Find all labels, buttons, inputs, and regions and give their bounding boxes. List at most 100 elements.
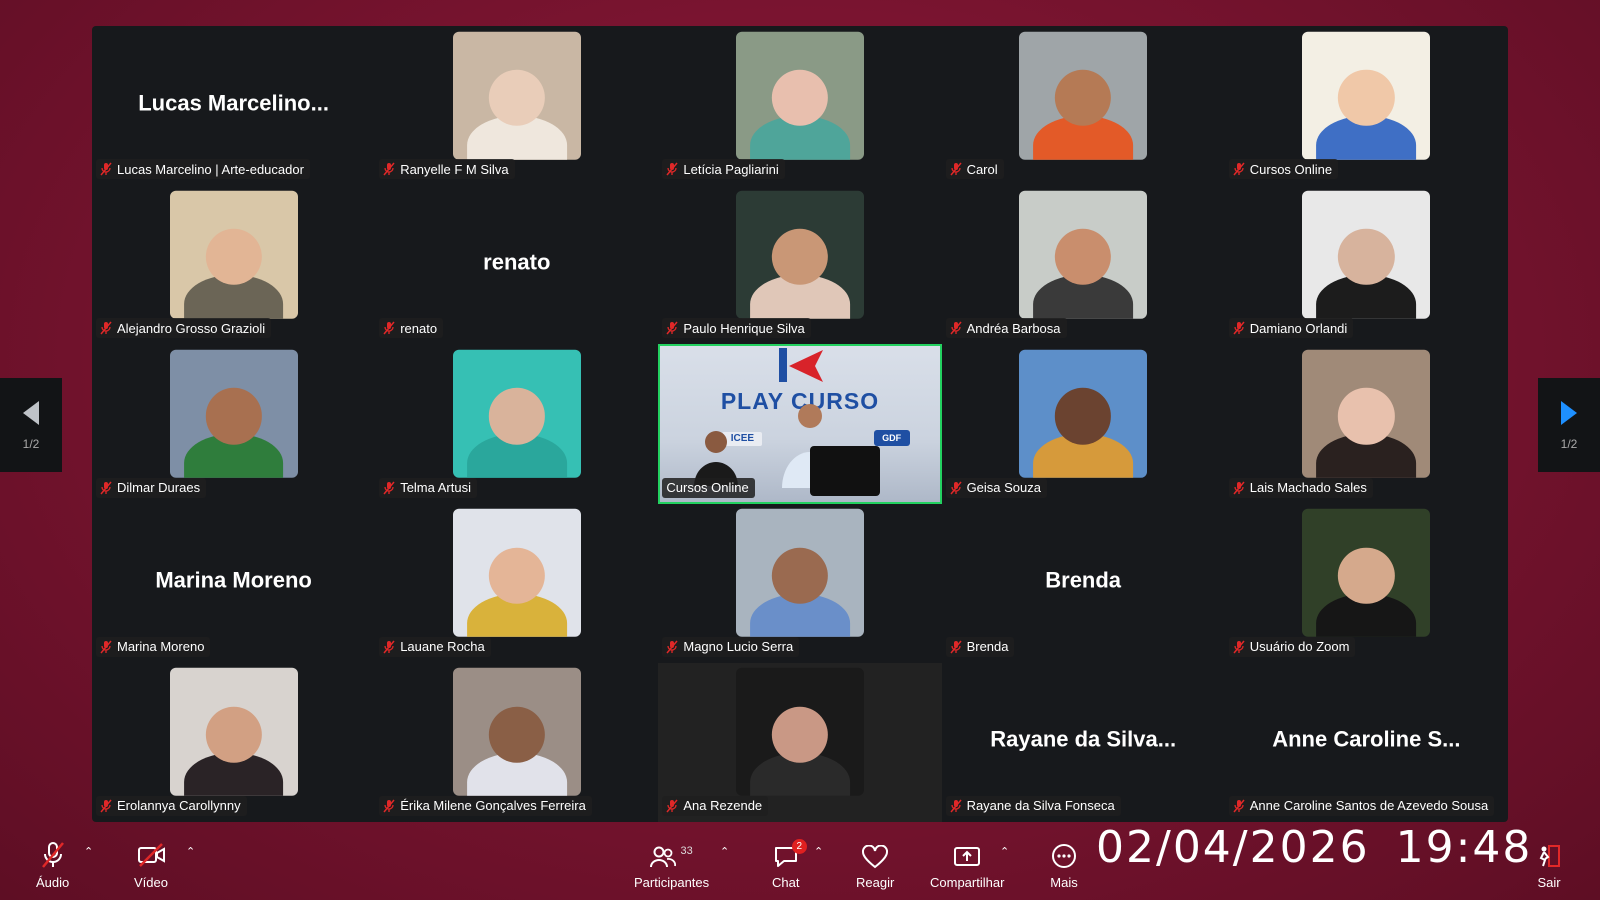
more-icon [1052,844,1076,868]
participant-name: Lais Machado Sales [1249,480,1367,496]
more-button[interactable]: Mais [1050,843,1078,890]
participant-name-tag: Carol [945,159,1004,180]
participant-video [1019,31,1148,160]
participant-tile[interactable]: Ana Rezende [658,662,942,822]
participant-name: Cursos Online [666,480,749,496]
page-indicator-right: 1/2 [1560,437,1578,451]
participant-tile[interactable]: renato renato [375,185,658,344]
participant-tile[interactable]: Magno Lucio Serra [658,504,941,663]
participant-tile[interactable]: Brenda Brenda [942,504,1225,663]
next-page-button[interactable]: 1/2 [1538,378,1600,472]
share-options-caret[interactable]: ⌃ [1000,845,1009,858]
page-indicator-left: 1/2 [22,437,40,451]
participant-name-tag: Alejandro Grosso Grazioli [96,318,272,339]
date-text: 02/04/2026 [1096,822,1370,873]
react-button[interactable]: Reagir [856,845,894,890]
chat-options-caret[interactable]: ⌃ [814,845,823,858]
participant-display-name: renato [483,249,551,275]
react-label: Reagir [856,875,895,890]
participant-name: Paulo Henrique Silva [683,320,805,336]
participant-tile[interactable]: Carol [942,26,1225,185]
participant-name: Cursos Online [1249,161,1333,177]
camera-off-icon [137,843,165,867]
participants-label: Participantes [634,875,710,890]
participant-tile[interactable]: Rayane da Silva... Rayane da Silva Fonsec… [942,663,1225,822]
participant-video [452,668,581,797]
participant-tile[interactable]: Andréa Barbosa [942,185,1225,344]
participant-tile[interactable]: Anne Caroline S... Anne Caroline Santos d… [1225,663,1508,822]
chat-button[interactable]: 2 Chat [772,839,807,890]
participant-name: Damiano Orlandi [1249,320,1348,336]
prev-page-button[interactable]: 1/2 [0,378,62,472]
participant-name-tag: Brenda [945,636,1015,657]
participant-video [1302,508,1431,637]
participant-tile[interactable]: Dilmar Duraes [92,344,375,503]
video-label: Vídeo [134,875,168,890]
participant-video [735,31,864,160]
participant-name: Letícia Pagliarini [683,161,779,177]
mic-muted-icon [1233,481,1245,495]
participant-name-tag: Anne Caroline Santos de Azevedo Sousa [1228,795,1495,816]
participant-name-tag: Usuário do Zoom [1228,636,1356,657]
participant-name-tag: Lauane Rocha [379,636,491,657]
participant-tile[interactable]: Lauane Rocha [375,504,658,663]
participant-name: Brenda [966,639,1009,655]
mic-muted-icon [666,321,678,335]
participant-name: Carol [966,161,998,177]
participant-tile[interactable]: Telma Artusi [375,344,658,503]
share-label: Compartilhar [930,875,1005,890]
participant-tile[interactable]: Ranyelle F M Silva [375,26,658,185]
participant-tile[interactable]: Geisa Souza [942,344,1225,503]
leave-label: Sair [1537,875,1561,890]
share-button[interactable]: Compartilhar [930,845,1004,890]
participant-tile[interactable]: Erolannya Carollynny [92,663,375,822]
participant-tile[interactable]: Usuário do Zoom [1225,504,1508,663]
mic-muted-icon [949,162,962,176]
participant-tile[interactable]: PLAY CURSO ICEE GDF Cursos Online [658,344,942,504]
audio-button[interactable]: Áudio [36,841,69,890]
video-options-caret[interactable]: ⌃ [186,845,195,858]
participant-name: Geisa Souza [966,480,1041,496]
participant-tile[interactable]: Lais Machado Sales [1225,344,1508,503]
participant-name: renato [400,320,438,336]
participant-name-tag: Ana Rezende [662,795,769,816]
participant-name-tag: Cursos Online [1228,159,1339,180]
audio-options-caret[interactable]: ⌃ [84,845,93,858]
mic-muted-icon [666,640,678,654]
participant-tile[interactable]: Damiano Orlandi [1225,185,1508,344]
participant-tile[interactable]: Cursos Online [1225,26,1508,185]
participant-video [169,349,298,478]
participant-display-name: Marina Moreno [155,567,312,593]
participant-tile[interactable]: Alejandro Grosso Grazioli [92,185,375,344]
participant-tile[interactable]: Érika Milene Gonçalves Ferreira [375,663,658,822]
participants-options-caret[interactable]: ⌃ [720,845,729,858]
mic-muted-icon [100,162,112,176]
participant-video [735,190,864,319]
participant-tile[interactable]: Lucas Marcelino... Lucas Marcelino | Arte… [92,26,375,185]
mic-muted-icon [41,842,64,868]
participant-video [452,508,581,637]
video-button[interactable]: Vídeo [134,841,168,890]
gdf-logo: GDF [873,430,910,447]
participant-name-tag: Damiano Orlandi [1228,318,1354,339]
mic-muted-icon [666,799,678,813]
video-gallery: Lucas Marcelino... Lucas Marcelino | Arte… [92,26,1508,822]
laptop [810,445,881,496]
participant-name: Rayane da Silva Fonseca [966,798,1115,814]
participant-tile[interactable]: Paulo Henrique Silva [658,185,941,344]
participant-name: Ana Rezende [683,798,763,814]
mic-muted-icon [383,481,395,495]
mic-muted-icon [1233,640,1245,654]
playcurso-logo [778,348,823,383]
participant-name: Lauane Rocha [400,639,485,655]
leave-button[interactable]: Sair [1536,843,1562,890]
mic-muted-icon [383,640,395,654]
participant-tile[interactable]: Marina Moreno Marina Moreno [92,504,375,663]
mic-muted-icon [949,799,962,813]
mic-muted-icon [100,481,112,495]
mic-muted-icon [666,162,678,176]
participant-name-tag: Lais Machado Sales [1228,477,1373,498]
participant-name: Marina Moreno [117,639,205,655]
participants-button[interactable]: 33 Participantes [634,845,709,890]
participant-tile[interactable]: Letícia Pagliarini [658,26,941,185]
